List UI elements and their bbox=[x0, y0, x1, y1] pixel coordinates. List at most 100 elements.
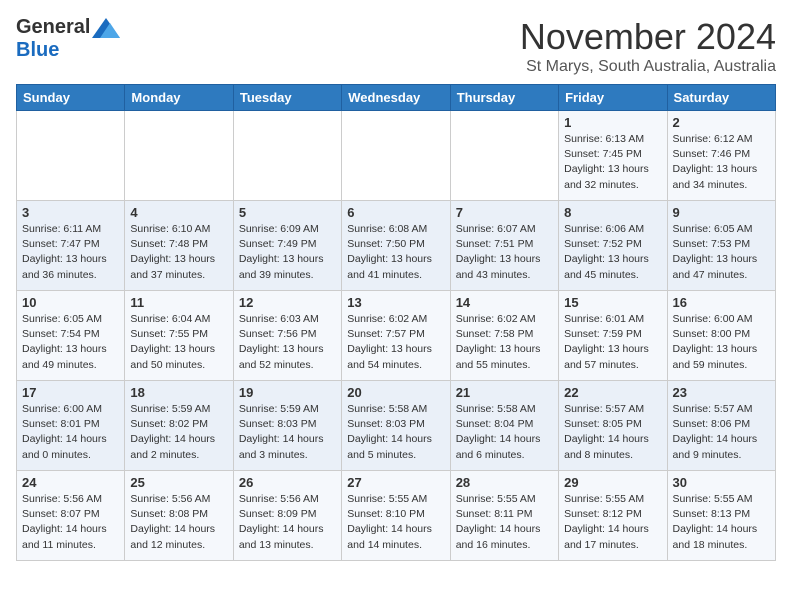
day-number: 16 bbox=[673, 295, 770, 310]
calendar-cell: 23 Sunrise: 5:57 AMSunset: 8:06 PMDayligh… bbox=[667, 381, 775, 471]
calendar-week-row: 17 Sunrise: 6:00 AMSunset: 8:01 PMDayligh… bbox=[17, 381, 776, 471]
calendar-cell: 10 Sunrise: 6:05 AMSunset: 7:54 PMDayligh… bbox=[17, 291, 125, 381]
calendar-cell bbox=[342, 111, 450, 201]
calendar-cell bbox=[450, 111, 558, 201]
calendar-cell: 18Sunrise: 5:59 AMSunset: 8:02 PMDayligh… bbox=[125, 381, 233, 471]
calendar-cell: 13 Sunrise: 6:02 AMSunset: 7:57 PMDayligh… bbox=[342, 291, 450, 381]
day-number: 25 bbox=[130, 475, 227, 490]
column-header-saturday: Saturday bbox=[667, 85, 775, 111]
calendar-cell: 12 Sunrise: 6:03 AMSunset: 7:56 PMDayligh… bbox=[233, 291, 341, 381]
column-header-tuesday: Tuesday bbox=[233, 85, 341, 111]
day-number: 23 bbox=[673, 385, 770, 400]
logo-icon bbox=[92, 18, 120, 38]
day-number: 18 bbox=[130, 385, 227, 400]
calendar-cell: 19Sunrise: 5:59 AMSunset: 8:03 PMDayligh… bbox=[233, 381, 341, 471]
day-info: Sunrise: 5:56 AMSunset: 8:07 PMDaylight:… bbox=[22, 492, 119, 553]
day-number: 27 bbox=[347, 475, 444, 490]
calendar-header-row: SundayMondayTuesdayWednesdayThursdayFrid… bbox=[17, 85, 776, 111]
day-number: 11 bbox=[130, 295, 227, 310]
day-info: Sunrise: 5:55 AMSunset: 8:13 PMDaylight:… bbox=[673, 492, 770, 553]
calendar-cell: 24 Sunrise: 5:56 AMSunset: 8:07 PMDayligh… bbox=[17, 471, 125, 561]
day-info: Sunrise: 5:56 AMSunset: 8:08 PMDaylight:… bbox=[130, 492, 227, 553]
day-info: Sunrise: 6:13 AMSunset: 7:45 PMDaylight:… bbox=[564, 132, 661, 193]
day-info: Sunrise: 5:57 AMSunset: 8:06 PMDaylight:… bbox=[673, 402, 770, 463]
calendar-cell: 30 Sunrise: 5:55 AMSunset: 8:13 PMDayligh… bbox=[667, 471, 775, 561]
calendar-cell: 1 Sunrise: 6:13 AMSunset: 7:45 PMDaylight… bbox=[559, 111, 667, 201]
logo: General Blue bbox=[16, 16, 120, 62]
calendar-cell bbox=[17, 111, 125, 201]
day-info: Sunrise: 6:02 AMSunset: 7:58 PMDaylight:… bbox=[456, 312, 553, 373]
calendar-cell: 14 Sunrise: 6:02 AMSunset: 7:58 PMDayligh… bbox=[450, 291, 558, 381]
calendar-cell: 5 Sunrise: 6:09 AMSunset: 7:49 PMDaylight… bbox=[233, 201, 341, 291]
day-number: 20 bbox=[347, 385, 444, 400]
day-info: Sunrise: 5:56 AMSunset: 8:09 PMDaylight:… bbox=[239, 492, 336, 553]
day-info: Sunrise: 6:07 AMSunset: 7:51 PMDaylight:… bbox=[456, 222, 553, 283]
day-number: 24 bbox=[22, 475, 119, 490]
day-info: Sunrise: 6:10 AMSunset: 7:48 PMDaylight:… bbox=[130, 222, 227, 283]
day-info: Sunrise: 6:00 AMSunset: 8:00 PMDaylight:… bbox=[673, 312, 770, 373]
day-info: Sunrise: 6:02 AMSunset: 7:57 PMDaylight:… bbox=[347, 312, 444, 373]
calendar-cell: 21 Sunrise: 5:58 AMSunset: 8:04 PMDayligh… bbox=[450, 381, 558, 471]
calendar-cell bbox=[125, 111, 233, 201]
day-info: Sunrise: 6:04 AMSunset: 7:55 PMDaylight:… bbox=[130, 312, 227, 373]
day-number: 1 bbox=[564, 115, 661, 130]
column-header-friday: Friday bbox=[559, 85, 667, 111]
calendar-week-row: 24 Sunrise: 5:56 AMSunset: 8:07 PMDayligh… bbox=[17, 471, 776, 561]
column-header-thursday: Thursday bbox=[450, 85, 558, 111]
day-number: 12 bbox=[239, 295, 336, 310]
day-number: 2 bbox=[673, 115, 770, 130]
day-info: Sunrise: 6:01 AMSunset: 7:59 PMDaylight:… bbox=[564, 312, 661, 373]
title-area: November 2024 St Marys, South Australia,… bbox=[520, 16, 776, 76]
day-number: 15 bbox=[564, 295, 661, 310]
day-number: 19 bbox=[239, 385, 336, 400]
calendar-table: SundayMondayTuesdayWednesdayThursdayFrid… bbox=[16, 84, 776, 561]
day-info: Sunrise: 6:05 AMSunset: 7:54 PMDaylight:… bbox=[22, 312, 119, 373]
logo-general: General bbox=[16, 16, 90, 39]
calendar-cell: 15 Sunrise: 6:01 AMSunset: 7:59 PMDayligh… bbox=[559, 291, 667, 381]
day-info: Sunrise: 6:09 AMSunset: 7:49 PMDaylight:… bbox=[239, 222, 336, 283]
day-number: 5 bbox=[239, 205, 336, 220]
day-info: Sunrise: 6:12 AMSunset: 7:46 PMDaylight:… bbox=[673, 132, 770, 193]
calendar-cell: 11 Sunrise: 6:04 AMSunset: 7:55 PMDayligh… bbox=[125, 291, 233, 381]
day-info: Sunrise: 5:57 AMSunset: 8:05 PMDaylight:… bbox=[564, 402, 661, 463]
calendar-cell: 25 Sunrise: 5:56 AMSunset: 8:08 PMDayligh… bbox=[125, 471, 233, 561]
calendar-cell: 22 Sunrise: 5:57 AMSunset: 8:05 PMDayligh… bbox=[559, 381, 667, 471]
column-header-wednesday: Wednesday bbox=[342, 85, 450, 111]
calendar-cell: 6Sunrise: 6:08 AMSunset: 7:50 PMDaylight… bbox=[342, 201, 450, 291]
day-number: 13 bbox=[347, 295, 444, 310]
day-info: Sunrise: 6:05 AMSunset: 7:53 PMDaylight:… bbox=[673, 222, 770, 283]
calendar-week-row: 3Sunrise: 6:11 AMSunset: 7:47 PMDaylight… bbox=[17, 201, 776, 291]
day-number: 22 bbox=[564, 385, 661, 400]
day-info: Sunrise: 6:03 AMSunset: 7:56 PMDaylight:… bbox=[239, 312, 336, 373]
day-number: 29 bbox=[564, 475, 661, 490]
day-info: Sunrise: 6:00 AMSunset: 8:01 PMDaylight:… bbox=[22, 402, 119, 463]
calendar-cell: 4 Sunrise: 6:10 AMSunset: 7:48 PMDaylight… bbox=[125, 201, 233, 291]
calendar-week-row: 10 Sunrise: 6:05 AMSunset: 7:54 PMDayligh… bbox=[17, 291, 776, 381]
calendar-cell bbox=[233, 111, 341, 201]
day-number: 9 bbox=[673, 205, 770, 220]
day-info: Sunrise: 6:11 AMSunset: 7:47 PMDaylight:… bbox=[22, 222, 119, 283]
day-number: 26 bbox=[239, 475, 336, 490]
day-number: 4 bbox=[130, 205, 227, 220]
calendar-cell: 29 Sunrise: 5:55 AMSunset: 8:12 PMDayligh… bbox=[559, 471, 667, 561]
day-number: 7 bbox=[456, 205, 553, 220]
calendar-cell: 20 Sunrise: 5:58 AMSunset: 8:03 PMDayligh… bbox=[342, 381, 450, 471]
day-info: Sunrise: 5:58 AMSunset: 8:04 PMDaylight:… bbox=[456, 402, 553, 463]
day-number: 14 bbox=[456, 295, 553, 310]
day-number: 17 bbox=[22, 385, 119, 400]
day-info: Sunrise: 5:55 AMSunset: 8:10 PMDaylight:… bbox=[347, 492, 444, 553]
logo-blue-text: Blue bbox=[16, 39, 59, 62]
day-number: 6 bbox=[347, 205, 444, 220]
page-header: General Blue November 2024 St Marys, Sou… bbox=[16, 16, 776, 76]
day-info: Sunrise: 5:55 AMSunset: 8:12 PMDaylight:… bbox=[564, 492, 661, 553]
day-number: 30 bbox=[673, 475, 770, 490]
calendar-cell: 16 Sunrise: 6:00 AMSunset: 8:00 PMDayligh… bbox=[667, 291, 775, 381]
calendar-cell: 2 Sunrise: 6:12 AMSunset: 7:46 PMDaylight… bbox=[667, 111, 775, 201]
calendar-cell: 9 Sunrise: 6:05 AMSunset: 7:53 PMDaylight… bbox=[667, 201, 775, 291]
month-title: November 2024 bbox=[520, 16, 776, 58]
day-number: 21 bbox=[456, 385, 553, 400]
day-number: 10 bbox=[22, 295, 119, 310]
day-info: Sunrise: 5:58 AMSunset: 8:03 PMDaylight:… bbox=[347, 402, 444, 463]
day-info: Sunrise: 5:55 AMSunset: 8:11 PMDaylight:… bbox=[456, 492, 553, 553]
location-subtitle: St Marys, South Australia, Australia bbox=[520, 58, 776, 76]
